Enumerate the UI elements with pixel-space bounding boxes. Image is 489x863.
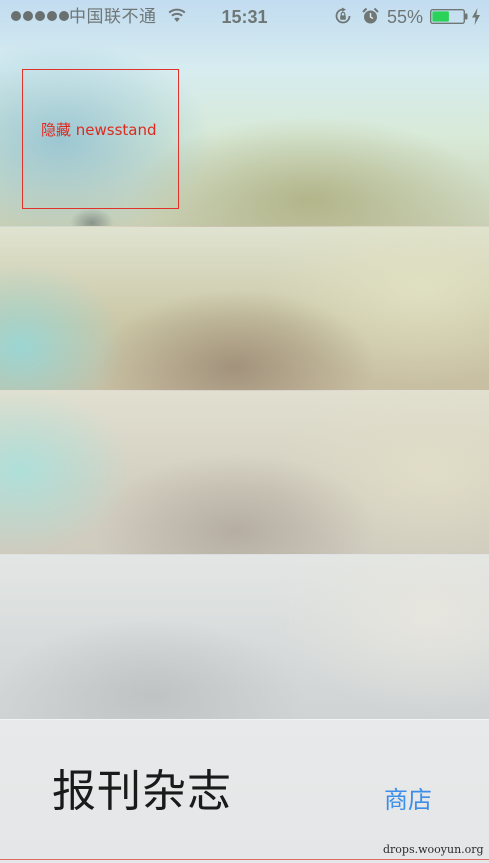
battery-icon — [430, 9, 468, 24]
newsstand-title: 报刊杂志 — [52, 766, 232, 817]
newsstand-bottom-bar: 报刊杂志 商店 drops.wooyun.org — [0, 719, 489, 863]
shelf-row-4 — [0, 554, 489, 720]
shelf-row-2 — [0, 226, 489, 391]
alarm-icon — [362, 7, 379, 24]
newsstand-screen: 中国联不通 15:31 55% 隐藏 newsstand 报刊杂志 商店 dro… — [0, 0, 489, 863]
rotation-lock-icon — [335, 7, 351, 24]
hidden-newsstand-highlight-box — [22, 69, 179, 209]
charging-bolt-icon — [472, 8, 480, 25]
shelf-row-3 — [0, 390, 489, 555]
hidden-newsstand-annotation: 隐藏 newsstand — [41, 121, 157, 139]
bottom-edge-divider — [0, 859, 489, 860]
watermark-text: drops.wooyun.org — [383, 843, 484, 856]
battery-percentage: 55% — [387, 7, 424, 27]
status-bar: 中国联不通 15:31 55% — [0, 0, 489, 34]
store-button[interactable]: 商店 — [384, 784, 432, 816]
